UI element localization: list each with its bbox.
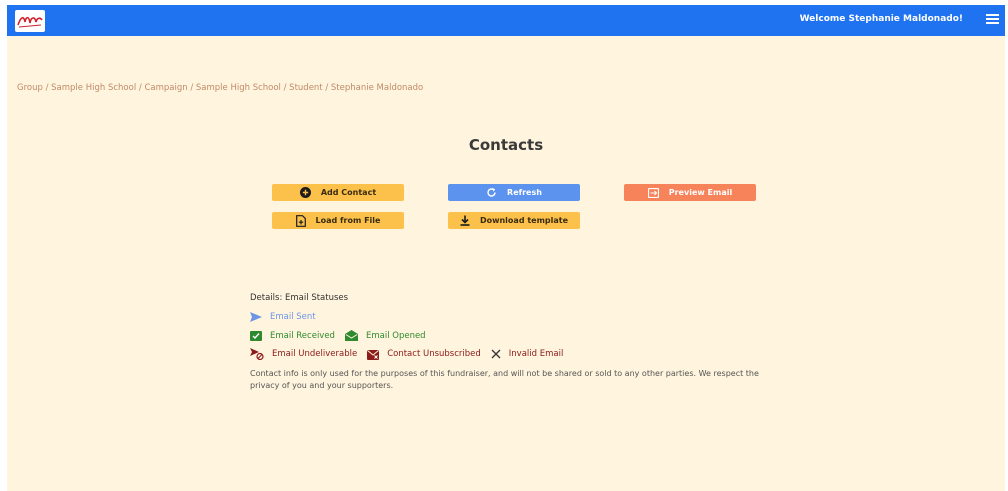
status-label: Email Received bbox=[270, 330, 335, 341]
page-title: Contacts bbox=[468, 136, 544, 154]
refresh-button[interactable]: Refresh bbox=[448, 184, 580, 201]
top-navbar: Welcome Stephanie Maldonado! bbox=[7, 5, 1005, 36]
status-label: Email Undeliverable bbox=[272, 349, 358, 359]
status-label: Email Sent bbox=[270, 312, 316, 322]
status-invalid-email: Invalid Email bbox=[491, 349, 564, 359]
status-label: Invalid Email bbox=[508, 349, 564, 359]
privacy-note: Contact info is only used for the purpos… bbox=[250, 369, 759, 390]
status-row-received: Email Received Email Opened bbox=[250, 330, 436, 341]
add-contact-label: Add Contact bbox=[320, 188, 377, 197]
paper-plane-icon bbox=[250, 312, 262, 322]
status-label: Email Opened bbox=[365, 330, 426, 341]
refresh-label: Refresh bbox=[507, 188, 542, 197]
status-email-opened: Email Opened bbox=[344, 330, 426, 341]
load-from-file-button[interactable]: Load from File bbox=[272, 212, 404, 229]
envelope-x-icon bbox=[367, 349, 380, 360]
status-row-errors: Email Undeliverable Contact Unsubscribed… bbox=[250, 348, 573, 360]
hamburger-menu-icon[interactable] bbox=[986, 14, 999, 26]
file-add-icon bbox=[295, 214, 306, 227]
refresh-icon bbox=[486, 187, 497, 198]
preview-email-label: Preview Email bbox=[668, 188, 733, 197]
load-from-file-label: Load from File bbox=[315, 216, 381, 225]
download-icon bbox=[460, 215, 470, 226]
envelope-check-icon bbox=[250, 331, 262, 341]
x-icon bbox=[491, 349, 501, 359]
envelope-open-icon bbox=[344, 330, 358, 341]
status-label: Contact Unsubscribed bbox=[387, 349, 481, 359]
plus-circle-icon bbox=[299, 187, 311, 198]
app-frame: Welcome Stephanie Maldonado! Group / Sam… bbox=[7, 5, 1005, 491]
preview-email-icon bbox=[647, 187, 659, 198]
status-email-received: Email Received bbox=[250, 330, 335, 341]
status-email-undeliverable: Email Undeliverable bbox=[250, 348, 357, 360]
add-contact-button[interactable]: Add Contact bbox=[272, 184, 404, 201]
breadcrumb[interactable]: Group / Sample High School / Campaign / … bbox=[17, 83, 423, 93]
status-email-sent: Email Sent bbox=[250, 312, 316, 322]
preview-email-button[interactable]: Preview Email bbox=[624, 184, 756, 201]
status-row-sent: Email Sent bbox=[250, 312, 326, 322]
details-title: Details: Email Statuses bbox=[250, 293, 349, 303]
brand-logo[interactable] bbox=[15, 10, 45, 32]
plane-blocked-icon bbox=[250, 348, 264, 360]
download-template-button[interactable]: Download template bbox=[448, 212, 580, 229]
welcome-text: Welcome Stephanie Maldonado! bbox=[799, 14, 963, 24]
download-template-label: Download template bbox=[479, 216, 569, 225]
status-contact-unsubscribed: Contact Unsubscribed bbox=[367, 349, 481, 360]
